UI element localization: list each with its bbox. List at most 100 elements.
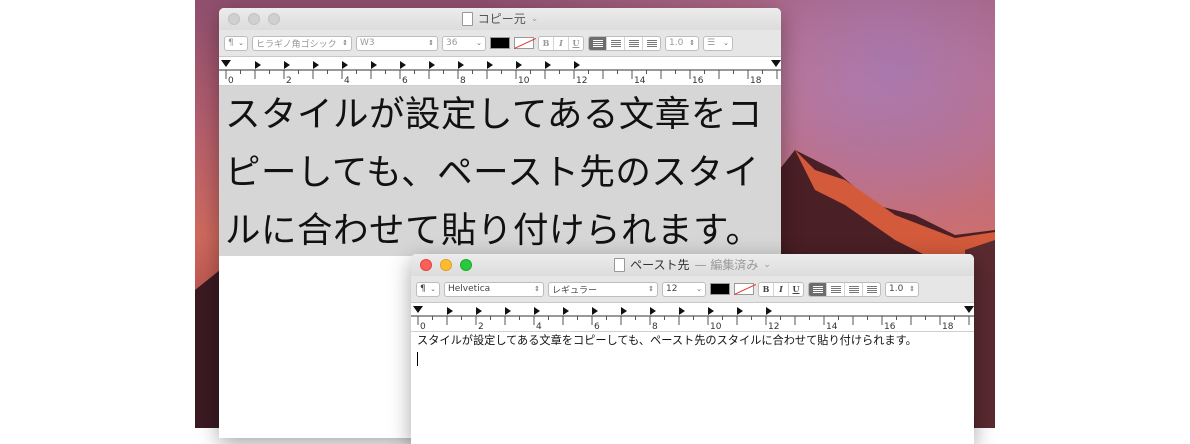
tab-stop-marker[interactable] xyxy=(400,61,406,69)
tab-stop-marker[interactable] xyxy=(545,61,551,69)
tab-stop-marker[interactable] xyxy=(621,307,627,315)
ruler-label: 16 xyxy=(884,322,896,331)
tab-stop-marker[interactable] xyxy=(429,61,435,69)
alignment-buttons xyxy=(808,281,881,297)
font-weight-value: レギュラー xyxy=(552,285,598,296)
body-line: ルに合わせて貼り付けられます。 xyxy=(225,210,762,251)
ruler-ticks: 0 2 4 6 8 10 12 14 16 18 xyxy=(219,60,781,85)
font-weight-value: W3 xyxy=(360,38,375,48)
align-right-button[interactable] xyxy=(625,36,643,50)
font-weight-popup[interactable]: レギュラー ⇕ xyxy=(548,281,658,297)
ruler-label: 14 xyxy=(634,76,646,85)
close-button[interactable] xyxy=(420,259,432,271)
italic-button[interactable]: I xyxy=(774,282,789,296)
align-justify-button[interactable] xyxy=(863,283,880,296)
ruler[interactable]: 0 2 4 6 8 10 12 14 16 18 xyxy=(411,303,974,332)
align-center-icon xyxy=(830,285,841,293)
ruler-ticks: 0 2 4 6 8 10 12 14 16 18 xyxy=(411,306,974,331)
tab-stop-marker[interactable] xyxy=(371,61,377,69)
ruler-label: 8 xyxy=(460,76,466,85)
paragraph-style-popup[interactable]: ¶ ⌄ xyxy=(224,35,248,51)
align-right-button[interactable] xyxy=(845,282,863,296)
text-cursor xyxy=(417,352,418,366)
text-color-swatch[interactable] xyxy=(490,37,510,49)
align-justify-icon xyxy=(866,285,877,293)
font-family-popup[interactable]: Helvetica ⇕ xyxy=(444,281,544,297)
ruler-label: 18 xyxy=(942,322,954,331)
tab-stop-marker[interactable] xyxy=(563,307,569,315)
format-toolbar: ¶ ⌄ ヒラギノ角ゴシック ⇕ W3 ⇕ 36 ⌄ B I U 1.0 ⇕ ☰ ⌄ xyxy=(219,30,781,57)
align-center-button[interactable] xyxy=(827,282,845,296)
align-left-button[interactable] xyxy=(809,282,827,296)
align-left-button[interactable] xyxy=(589,36,607,50)
ruler-label: 2 xyxy=(478,322,484,331)
right-margin-marker[interactable] xyxy=(964,306,974,313)
ruler-label: 2 xyxy=(286,76,292,85)
bold-button[interactable]: B xyxy=(539,36,554,50)
font-family-popup[interactable]: ヒラギノ角ゴシック ⇕ xyxy=(252,35,352,51)
underline-button[interactable]: U xyxy=(789,283,803,296)
tab-stop-marker[interactable] xyxy=(516,61,522,69)
edited-status: — 編集済み xyxy=(694,258,759,272)
ruler-label: 4 xyxy=(536,322,542,331)
underline-button[interactable]: U xyxy=(569,37,583,50)
first-line-indent-marker[interactable] xyxy=(221,60,231,67)
tab-stop-marker[interactable] xyxy=(447,307,453,315)
tab-stop-marker[interactable] xyxy=(476,307,482,315)
tab-stop-marker[interactable] xyxy=(458,61,464,69)
tab-stop-marker[interactable] xyxy=(255,61,261,69)
document-body-selected[interactable]: スタイルが設定してある文章をコ ピーしても、ペースト先のスタイ ルに合わせて貼り… xyxy=(219,86,781,256)
first-line-indent-marker[interactable] xyxy=(413,306,423,313)
tab-stop-marker[interactable] xyxy=(708,307,714,315)
font-weight-popup[interactable]: W3 ⇕ xyxy=(356,35,438,51)
chevron-down-icon[interactable]: ⌄ xyxy=(531,8,539,30)
tab-stop-marker[interactable] xyxy=(592,307,598,315)
ruler-label: 16 xyxy=(692,76,704,85)
text-style-buttons: B I U xyxy=(538,35,584,51)
background-color-swatch[interactable] xyxy=(514,37,534,49)
ruler-label: 12 xyxy=(768,322,779,331)
titlebar: ペースト先 — 編集済み ⌄ xyxy=(411,254,974,276)
zoom-button[interactable] xyxy=(460,259,472,271)
document-icon xyxy=(614,258,626,272)
align-right-icon xyxy=(628,39,639,47)
tab-stop-marker[interactable] xyxy=(487,61,493,69)
minimize-button[interactable] xyxy=(248,13,260,25)
paragraph-style-popup[interactable]: ¶ ⌄ xyxy=(416,281,440,297)
align-left-icon xyxy=(592,39,603,47)
close-button[interactable] xyxy=(228,13,240,25)
italic-button[interactable]: I xyxy=(554,36,569,50)
tab-stop-marker[interactable] xyxy=(505,307,511,315)
chevron-down-icon[interactable]: ⌄ xyxy=(763,254,771,276)
tab-stop-marker[interactable] xyxy=(574,61,580,69)
right-margin-marker[interactable] xyxy=(771,60,781,67)
font-size-combo[interactable]: 36 ⌄ xyxy=(442,35,486,51)
ruler-label: 10 xyxy=(518,76,530,85)
align-center-button[interactable] xyxy=(607,36,625,50)
tab-stop-marker[interactable] xyxy=(650,307,656,315)
tab-stop-marker[interactable] xyxy=(342,61,348,69)
ruler-label: 18 xyxy=(750,76,762,85)
line-spacing-popup[interactable]: 1.0 ⇕ xyxy=(665,35,699,51)
list-style-popup[interactable]: ☰ ⌄ xyxy=(703,35,733,51)
font-size-combo[interactable]: 12 ⌄ xyxy=(662,281,706,297)
bold-button[interactable]: B xyxy=(759,282,774,296)
window-title: コピー元 xyxy=(477,12,526,26)
ruler-label: 10 xyxy=(710,322,722,331)
ruler-label: 12 xyxy=(576,76,587,85)
list-icon: ☰ xyxy=(707,38,716,48)
tab-stop-marker[interactable] xyxy=(679,307,685,315)
zoom-button[interactable] xyxy=(268,13,280,25)
ruler-label: 8 xyxy=(652,322,658,331)
tab-stop-marker[interactable] xyxy=(766,307,772,315)
tab-stop-marker[interactable] xyxy=(284,61,290,69)
background-color-swatch[interactable] xyxy=(734,283,754,295)
line-spacing-popup[interactable]: 1.0 ⇕ xyxy=(885,281,919,297)
tab-stop-marker[interactable] xyxy=(737,307,743,315)
tab-stop-marker[interactable] xyxy=(534,307,540,315)
tab-stop-marker[interactable] xyxy=(313,61,319,69)
align-justify-button[interactable] xyxy=(643,37,660,50)
text-color-swatch[interactable] xyxy=(710,283,730,295)
ruler[interactable]: 0 2 4 6 8 10 12 14 16 18 xyxy=(219,57,781,86)
minimize-button[interactable] xyxy=(440,259,452,271)
